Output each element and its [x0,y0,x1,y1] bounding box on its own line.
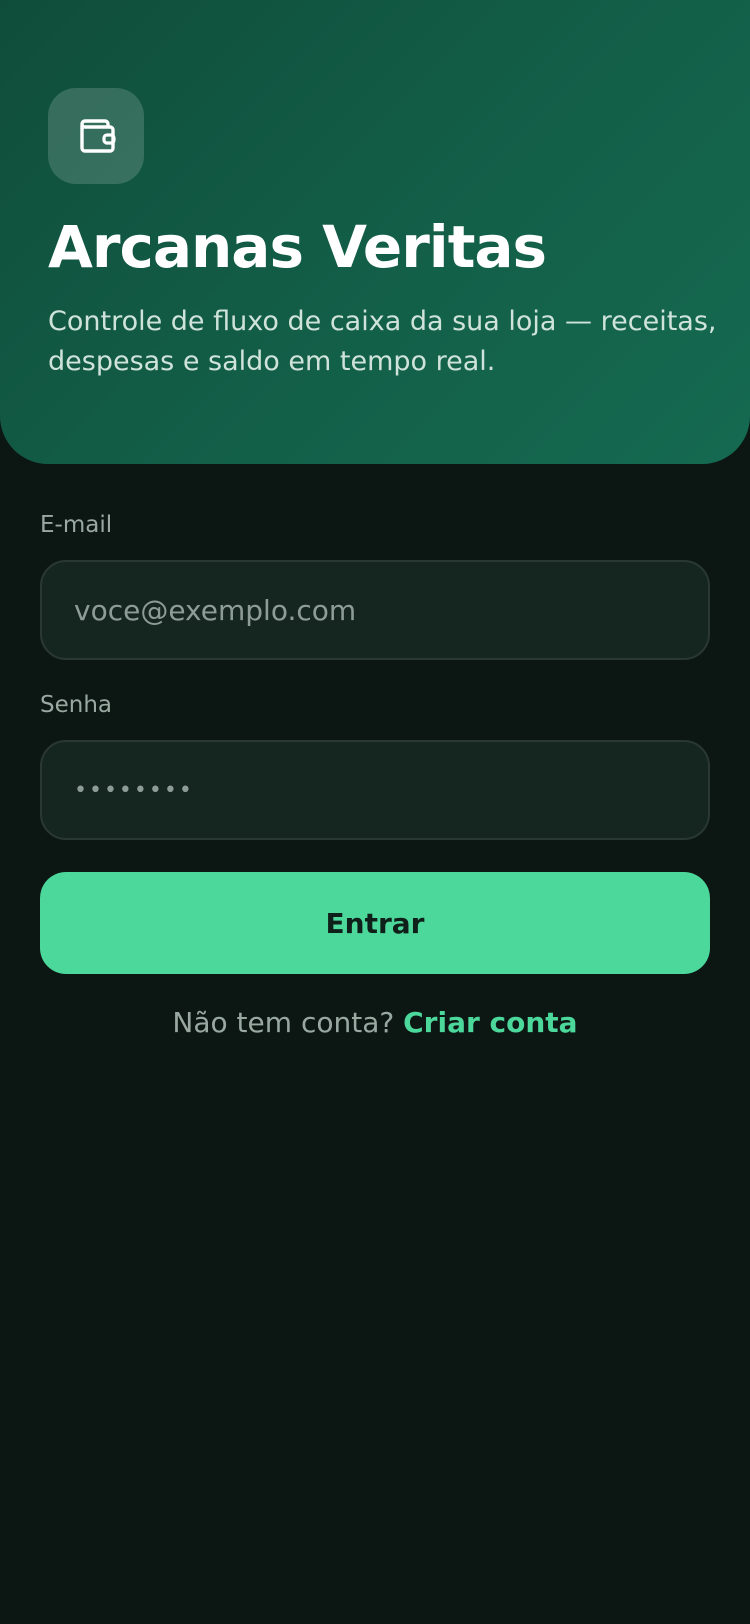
signup-prompt-text: Não tem conta? [172,1006,395,1039]
create-account-link[interactable]: Criar conta [403,1006,577,1039]
email-label: E-mail [40,512,113,538]
email-input[interactable] [74,593,676,627]
wallet-icon [80,119,116,153]
email-field-container[interactable] [40,560,710,660]
password-label: Senha [40,692,112,718]
password-field-container[interactable] [40,740,710,840]
app-title: Arcanas Veritas [48,213,547,281]
hero-header: Arcanas Veritas Controle de fluxo de cai… [0,0,750,464]
login-button[interactable]: Entrar [40,872,710,974]
signup-prompt-row: Não tem conta? Criar conta [0,1006,750,1039]
app-logo [48,88,144,184]
app-subtitle: Controle de fluxo de caixa da sua loja —… [48,306,717,377]
password-input[interactable] [74,777,676,803]
